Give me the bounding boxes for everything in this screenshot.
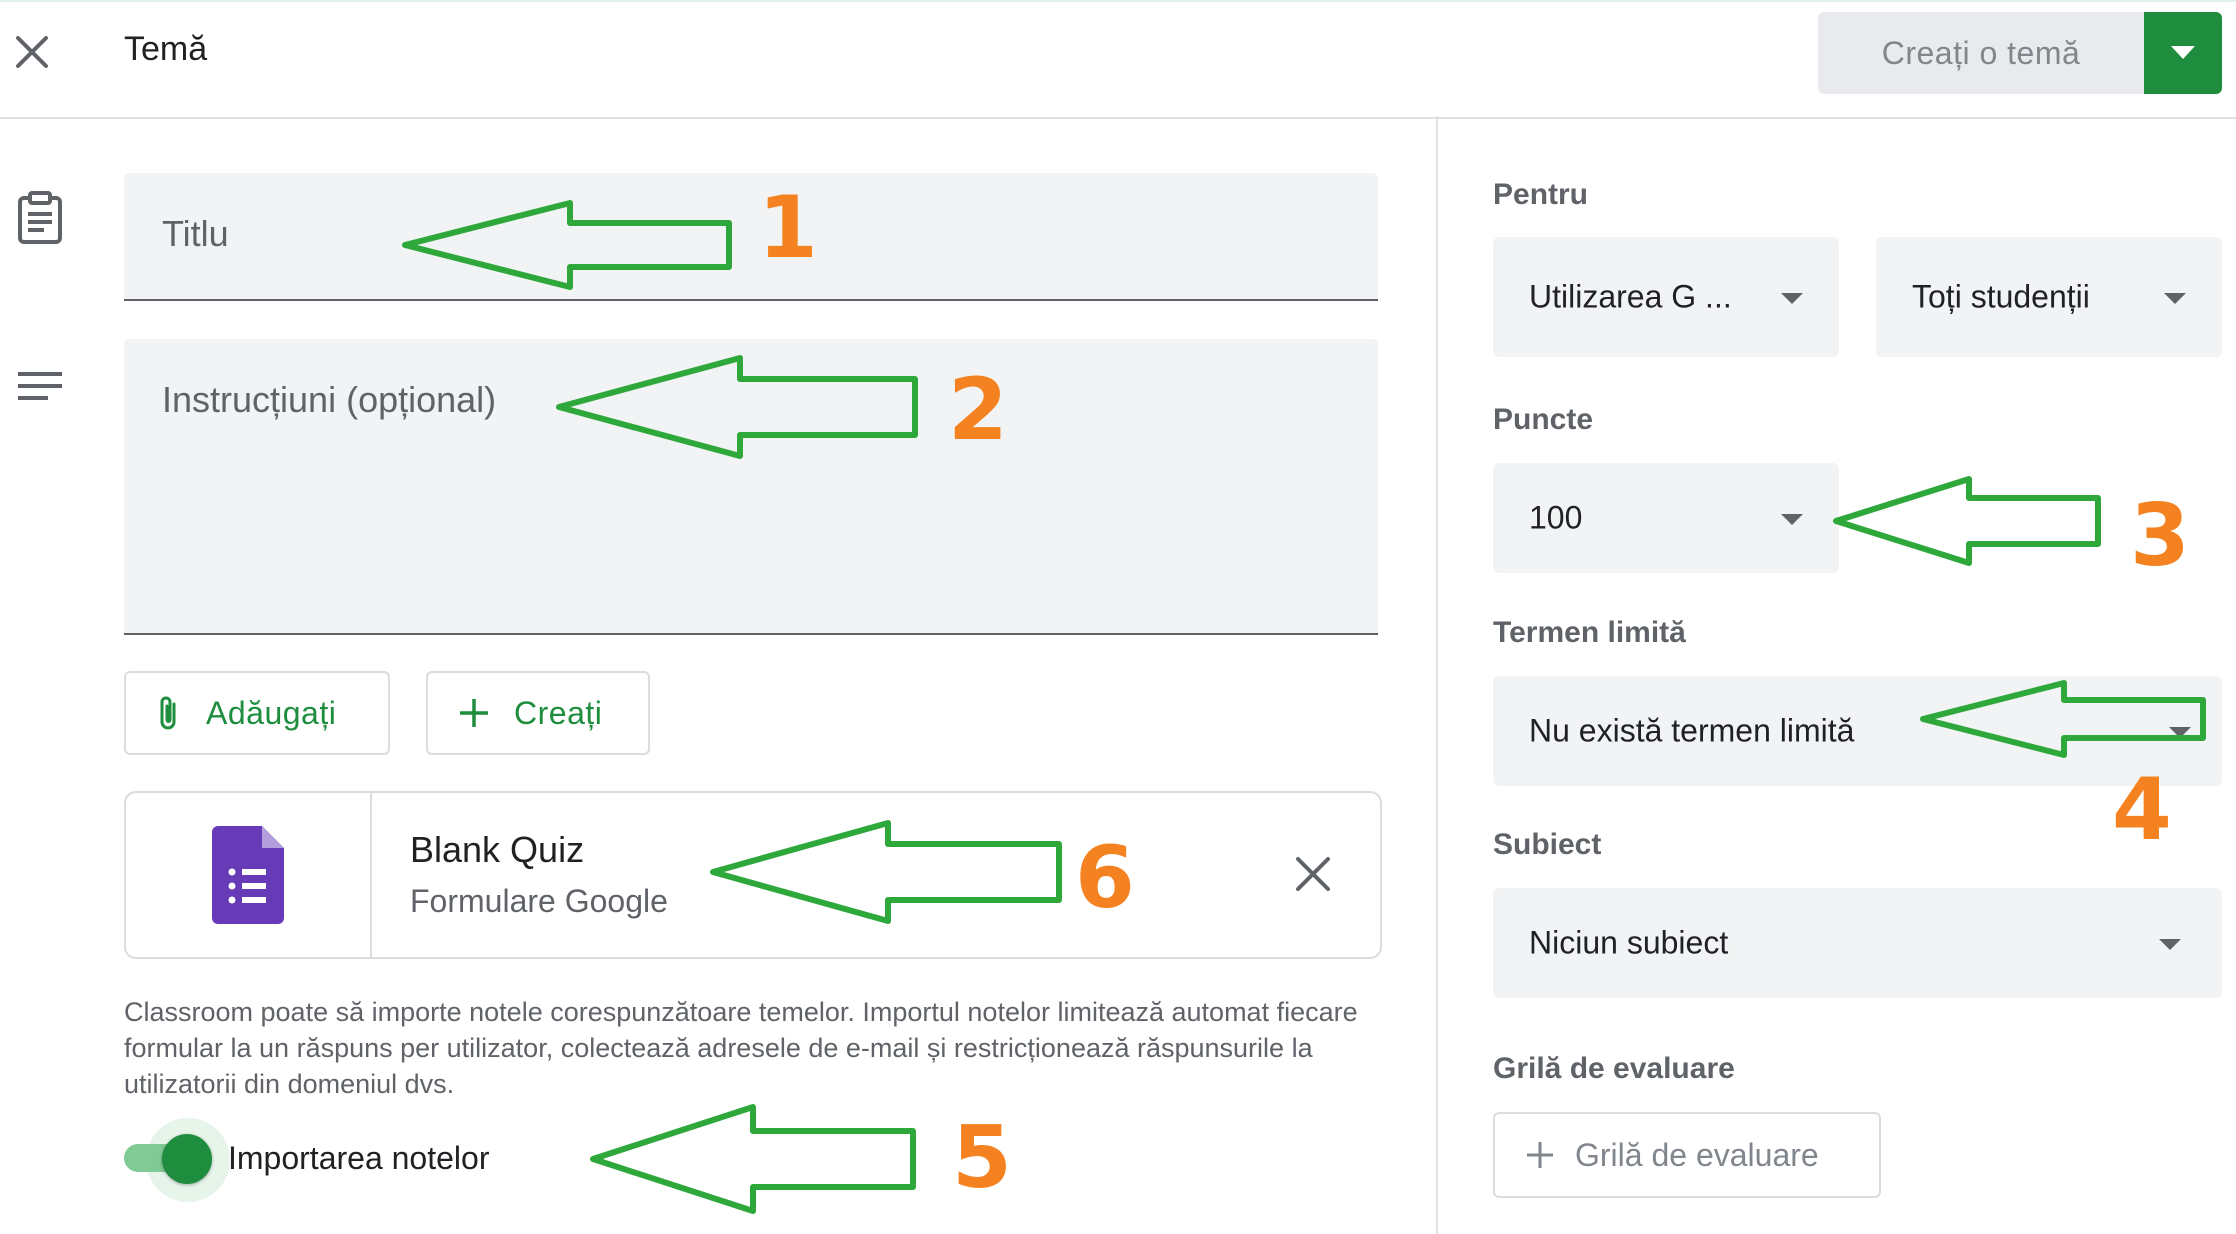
assignment-icon bbox=[18, 191, 62, 244]
topic-label: Subiect bbox=[1493, 828, 1602, 861]
students-select[interactable]: Toți studenții bbox=[1876, 237, 2222, 357]
text-lines-icon bbox=[18, 372, 62, 400]
caret-down-icon bbox=[2171, 46, 2195, 59]
create-options-dropdown[interactable] bbox=[2144, 12, 2222, 94]
annotation-number-2: 2 bbox=[948, 360, 1008, 460]
top-bar: Temă Creați o temă bbox=[0, 0, 2236, 119]
create-button[interactable]: Creați bbox=[426, 671, 650, 755]
caret-down-icon bbox=[1781, 514, 1803, 525]
annotation-number-6: 6 bbox=[1075, 828, 1135, 928]
annotation-number-5: 5 bbox=[952, 1108, 1012, 1208]
topic-select-value: Niciun subiect bbox=[1529, 924, 1729, 961]
annotation-arrow-2 bbox=[556, 355, 918, 459]
attachment-thumbnail bbox=[126, 793, 372, 957]
points-label: Puncte bbox=[1493, 403, 1594, 436]
create-assignment-button[interactable]: Creați o temă bbox=[1818, 12, 2144, 94]
points-select-value: 100 bbox=[1529, 499, 1583, 536]
plus-icon bbox=[1527, 1142, 1553, 1168]
page-title: Temă bbox=[124, 30, 208, 68]
import-grades-toggle-knob[interactable] bbox=[162, 1134, 212, 1184]
points-select[interactable]: 100 bbox=[1493, 463, 1839, 573]
annotation-arrow-1 bbox=[402, 200, 732, 290]
google-forms-icon bbox=[212, 826, 284, 924]
title-placeholder: Titlu bbox=[162, 213, 229, 254]
annotation-number-4: 4 bbox=[2112, 760, 2172, 860]
remove-attachment-icon[interactable] bbox=[1292, 853, 1334, 895]
caret-down-icon bbox=[2159, 939, 2181, 950]
rubric-button-label: Grilă de evaluare bbox=[1575, 1136, 1819, 1173]
import-grades-label: Importarea notelor bbox=[228, 1140, 490, 1176]
rubric-label: Grilă de evaluare bbox=[1493, 1052, 1735, 1085]
students-select-value: Toți studenții bbox=[1912, 278, 2090, 315]
annotation-arrow-4 bbox=[1920, 680, 2206, 758]
due-label: Termen limită bbox=[1493, 616, 1686, 649]
class-select[interactable]: Utilizarea G ... bbox=[1493, 237, 1839, 357]
close-icon[interactable] bbox=[12, 32, 52, 72]
panel-divider bbox=[1436, 116, 1438, 1234]
for-label: Pentru bbox=[1493, 178, 1589, 211]
paperclip-icon bbox=[160, 696, 176, 730]
rubric-button[interactable]: Grilă de evaluare bbox=[1493, 1112, 1881, 1198]
caret-down-icon bbox=[1781, 293, 1803, 304]
create-button-label: Creați bbox=[514, 694, 603, 731]
due-select-value: Nu există termen limită bbox=[1529, 712, 1855, 749]
import-grades-info: Classroom poate să importe notele coresp… bbox=[124, 997, 1358, 1099]
annotation-arrow-5 bbox=[590, 1104, 916, 1214]
annotation-arrow-6 bbox=[710, 820, 1062, 924]
instructions-placeholder: Instrucțiuni (opțional) bbox=[162, 379, 497, 420]
annotation-arrow-3 bbox=[1833, 476, 2101, 566]
topic-select[interactable]: Niciun subiect bbox=[1493, 888, 2222, 998]
class-select-value: Utilizarea G ... bbox=[1529, 278, 1732, 315]
add-button-label: Adăugați bbox=[206, 694, 337, 731]
caret-down-icon bbox=[2164, 293, 2186, 304]
title-field[interactable]: Titlu bbox=[124, 173, 1378, 301]
attachment-title: Blank Quiz bbox=[410, 829, 585, 870]
plus-icon bbox=[460, 699, 488, 727]
annotation-number-1: 1 bbox=[758, 178, 818, 278]
annotation-number-3: 3 bbox=[2130, 486, 2190, 586]
attachment-type: Formulare Google bbox=[410, 883, 668, 919]
add-button[interactable]: Adăugați bbox=[124, 671, 390, 755]
